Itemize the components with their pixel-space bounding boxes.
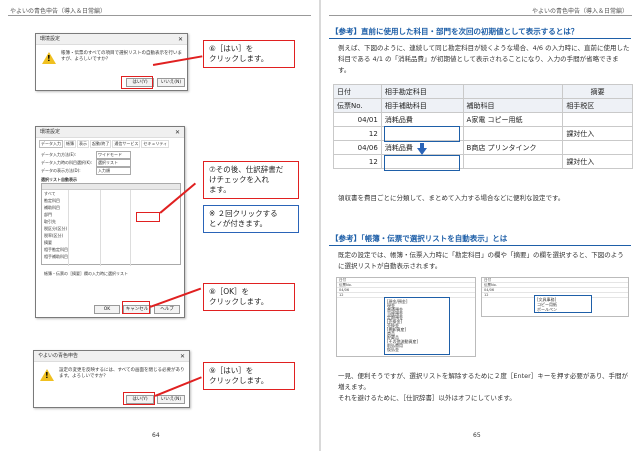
setting-label: データ入力方法(E): [41, 152, 76, 157]
callout-step6: ⑥［はい］を クリックします。 [203, 40, 295, 68]
cell [462, 154, 564, 169]
left-page: やよいの青色申告（導入＆日常編） 環境設定 ✕ ! 帳簿・伝票のすべての項目で選択… [0, 0, 319, 451]
highlight-account-0406 [384, 155, 460, 171]
cell: 04/01 [333, 112, 382, 127]
grid-row-label: 部門 [44, 212, 52, 217]
setting-label: データの表示方法(D): [41, 168, 81, 173]
highlight-yes [123, 392, 155, 405]
help-button[interactable]: ヘルプ [154, 305, 180, 314]
col-header: 伝票No. [333, 98, 382, 113]
close-icon[interactable]: ✕ [180, 351, 185, 361]
grid-row-label: 税区分(区分) [44, 226, 68, 231]
paragraph: 例えば、下図のように、連続して同じ勘定科目が続くような場合、4/6 の入力時に、… [338, 44, 630, 74]
right-page: やよいの青色申告（導入＆日常編） 【参考】直前に使用した科目・部門を次回の初期値… [321, 0, 640, 451]
grid-row-label: 相手勘定科目 [44, 247, 68, 252]
header-rule [8, 15, 311, 16]
highlight-account-0401 [384, 126, 460, 142]
grid-header [42, 184, 180, 190]
cell [562, 112, 633, 127]
dialog-title: 環境設定 ✕ [36, 34, 187, 45]
note-double-click: ※ ２回クリックする と✓が付きます。 [203, 205, 299, 233]
grid-row-label: 取引先 [44, 219, 56, 224]
settings-title: 環境設定 ✕ [36, 127, 184, 138]
warning-icon: ! [40, 369, 54, 381]
callout-step9: ⑨［はい］を クリックします。 [203, 362, 295, 390]
col-header: 日付 [333, 84, 382, 99]
page-number: 65 [473, 432, 481, 439]
close-icon[interactable]: ✕ [178, 34, 183, 44]
warning-icon: ! [42, 52, 56, 64]
tab-ledger[interactable]: 帳簿 [64, 140, 76, 148]
setting-select[interactable]: 入力順 [96, 167, 131, 175]
tab-display[interactable]: 表示 [77, 140, 89, 148]
close-icon[interactable]: ✕ [175, 127, 180, 137]
journal-table: 日付 相手勘定科目 摘要 伝票No. 相手補助科目 補助科目 相手税区 04/01 消耗品費… [333, 84, 633, 169]
section-heading: 【参考】直前に使用した科目・部門を次回の初期値として表示するとは？ [329, 25, 631, 39]
tab-security[interactable]: セキュリティ [141, 140, 170, 148]
col-header: 摘要 [562, 84, 633, 99]
setting-select[interactable]: 選択リスト [96, 159, 131, 167]
option-grid: すべて 勘定科目 補助科目 部門 取引先 税区分(区分) 税率(区分) 摘要 相… [41, 183, 181, 266]
setting-label: データ入力時の科目選択(K): [41, 160, 93, 165]
settings-tabs: データ入力 帳簿 表示 起動/終了 通信サービス セキュリティ [39, 140, 170, 148]
restart-dialog: やよいの青色申告 ✕ ! 設定の変更を反映するには、すべての画面を閉じる必要があり… [33, 350, 190, 408]
grid-row-label: 勘定科目 [44, 198, 60, 203]
highlight-yes [121, 76, 153, 89]
dialog-title: やよいの青色申告 ✕ [34, 351, 189, 362]
paragraph: 既定の設定では、帳簿・伝票入力時に「勘定科目」の欄や「摘要」の欄を選択すると、下… [338, 251, 624, 270]
cell: A家電 コピー用紙 [462, 112, 564, 127]
no-button[interactable]: いいえ(N) [157, 78, 185, 87]
highlight-dictionary [136, 212, 160, 222]
cell: 課対仕入 [562, 126, 633, 141]
paragraph: 一見、便利そうですが、選択リストを解除するために２度［Enter］キーを押す必要… [338, 372, 629, 402]
checkbox-label[interactable]: 帳簿・伝票の［摘要］欄の入力時に選択リスト [44, 271, 128, 277]
col-header: 補助科目 [462, 98, 564, 113]
grid-row-label: 補助科目 [44, 205, 60, 210]
cell [562, 140, 633, 155]
settings-dialog: 環境設定 ✕ データ入力 帳簿 表示 起動/終了 通信サービス セキュリティ デー… [35, 126, 185, 318]
col-header: 相手税区 [562, 98, 633, 113]
tab-input[interactable]: データ入力 [39, 140, 63, 148]
section-heading: 【参考】「帳簿・伝票で選択リストを自動表示」とは [329, 232, 631, 246]
callout-step8: ⑧［OK］を クリックします。 [203, 283, 295, 311]
callout-step7: ⑦その後、仕訳辞書だ けチェックを入れ ます。 [203, 161, 299, 199]
paragraph: 領収書を費目ごとに分類して、まとめて入力する場合などに便利な設定です。 [338, 194, 565, 202]
account-select-list[interactable]: [現金/預金] 現金 普通預金 当座預金 定期預金 [売掛金] 売掛金 [棚卸資… [384, 297, 450, 355]
down-arrow-icon [417, 148, 427, 155]
header-rule [329, 15, 632, 16]
cell [462, 126, 564, 141]
highlight-ok [122, 301, 150, 314]
running-header: やよいの青色申告（導入＆日常編） [531, 8, 628, 15]
cell: 12 [333, 126, 382, 141]
cell: 04/06 [333, 140, 382, 155]
cell: B商店 プリンタインク [462, 140, 564, 155]
cell: 12 [333, 154, 382, 169]
summary-select-list[interactable]: [文具事務] コピー用紙 ボールペン [534, 295, 592, 313]
cell: 課対仕入 [562, 154, 633, 169]
col-header: 相手補助科目 [380, 98, 464, 113]
dialog-message: 設定の変更を反映するには、すべての画面を閉じる必要があります。よろしいですか？ [59, 368, 185, 379]
col-header: 相手勘定科目 [380, 84, 464, 99]
grid-row-label: 税率(区分) [44, 233, 64, 238]
cell: 消耗品費 [380, 112, 464, 127]
grid-row-label: 相手補助科目 [44, 254, 68, 259]
page-number: 64 [152, 432, 160, 439]
running-header: やよいの青色申告（導入＆日常編） [10, 8, 107, 15]
grid-row-label: 摘要 [44, 240, 52, 245]
no-button[interactable]: いいえ(N) [157, 395, 185, 404]
ok-button[interactable]: OK [94, 305, 120, 314]
setting-select[interactable]: ワイドモード [96, 151, 131, 159]
tab-startup[interactable]: 起動/終了 [90, 140, 112, 148]
tab-service[interactable]: 通信サービス [112, 140, 141, 148]
grid-row-label: すべて [44, 191, 56, 196]
